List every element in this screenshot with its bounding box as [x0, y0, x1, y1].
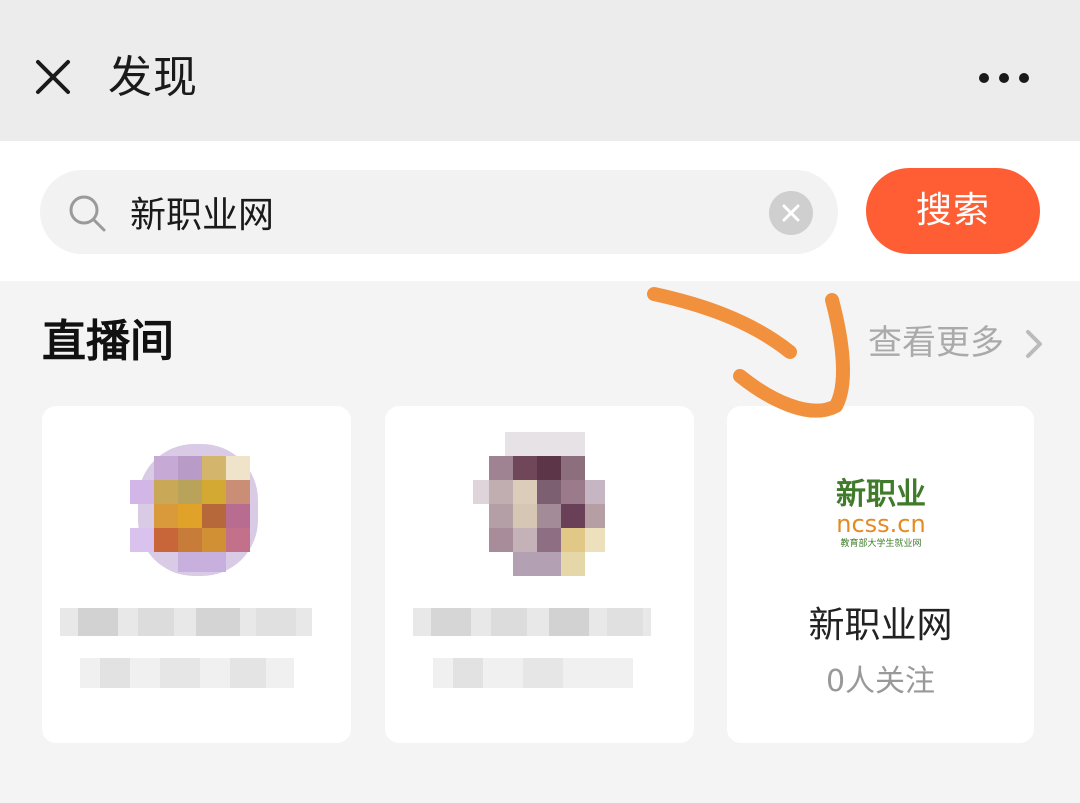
arrow-annotation-icon [647, 287, 850, 418]
search-icon [69, 195, 106, 232]
close-icon[interactable] [30, 54, 76, 100]
live-room-card[interactable] [385, 406, 694, 743]
top-bar: 发现 [0, 0, 1080, 141]
ncss-logo: 新职业 ncss.cn 教育部大学生就业网 [836, 477, 926, 549]
chevron-right-icon[interactable] [1022, 328, 1046, 360]
logo-cn-text: 新职业 [836, 477, 926, 512]
logo-tagline: 教育部大学生就业网 [840, 537, 921, 549]
search-button[interactable]: 搜索 [866, 168, 1040, 254]
more-icon[interactable] [978, 68, 1030, 88]
blurred-avatar [130, 444, 258, 576]
logo-domain-text: ncss.cn [836, 510, 925, 538]
section-title: 直播间 [42, 316, 174, 367]
live-room-card[interactable]: 新职业 ncss.cn 教育部大学生就业网 新职业网 0人关注 [727, 406, 1034, 743]
blurred-text [60, 608, 312, 688]
blurred-text [413, 608, 651, 688]
search-bar: 搜索 [0, 141, 1080, 281]
blurred-avatar [473, 432, 605, 576]
search-input[interactable] [130, 184, 750, 240]
page-title: 发现 [108, 52, 198, 103]
follower-count: 0人关注 [825, 664, 936, 699]
account-name: 新职业网 [808, 605, 953, 646]
live-room-card[interactable] [42, 406, 351, 743]
search-box[interactable] [40, 170, 838, 254]
clear-icon[interactable] [769, 191, 813, 235]
view-more-link[interactable]: 查看更多 [868, 318, 1004, 368]
